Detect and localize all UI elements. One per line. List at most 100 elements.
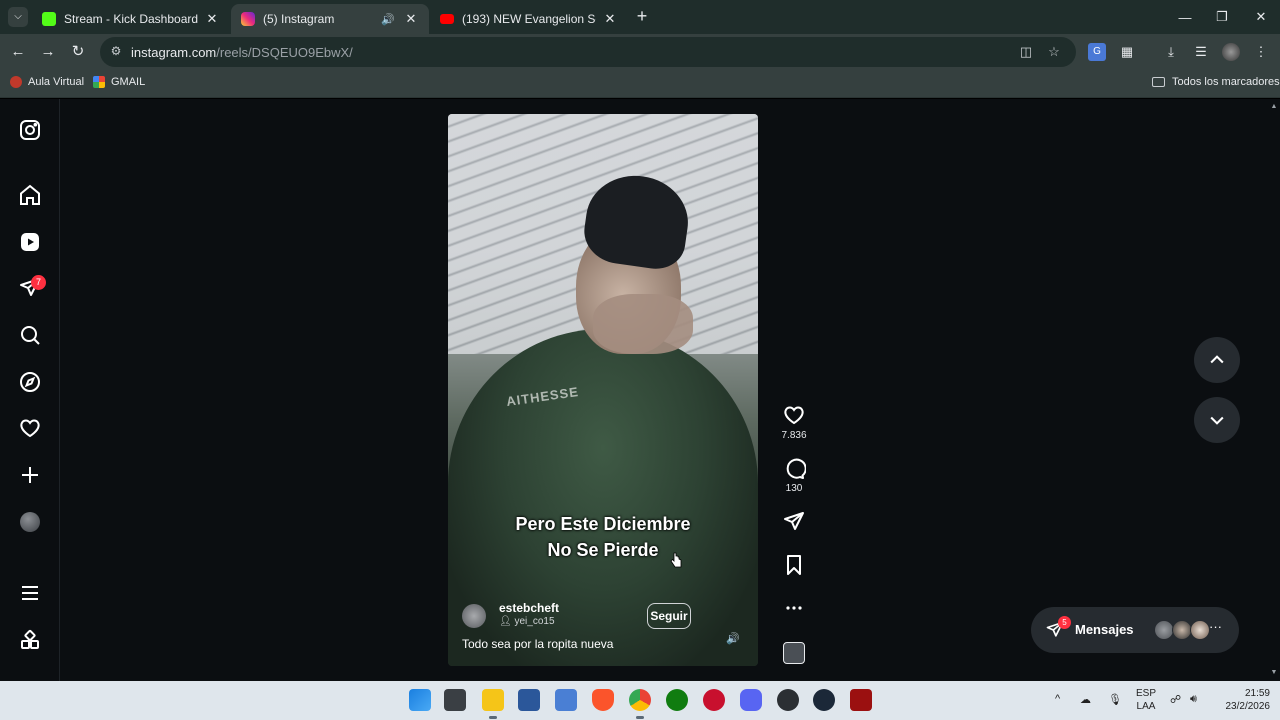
tab-title: (5) Instagram (263, 12, 335, 26)
close-tab-icon[interactable]: ✕ (204, 11, 220, 27)
microphone-icon[interactable]: 🎙︎ (1108, 693, 1122, 706)
next-reel-button[interactable] (1194, 397, 1240, 443)
close-tab-icon[interactable]: ✕ (602, 11, 618, 27)
likes-count: 7.836 (781, 430, 807, 441)
menu-hamburger-icon[interactable] (18, 581, 42, 605)
site-info-icon[interactable]: ⚙ (108, 44, 124, 60)
reels-icon[interactable] (18, 230, 42, 254)
follow-button[interactable]: Seguir (647, 603, 691, 629)
instagram-page: 7 AITHESSE Pero Este Diciembre No Se Pie… (0, 99, 1268, 681)
file-explorer-icon[interactable] (482, 689, 504, 719)
restore-button[interactable]: ❐ (1203, 0, 1241, 34)
original-audio-thumbnail[interactable] (783, 642, 805, 664)
media-controls-icon[interactable]: ☰ (1192, 43, 1210, 61)
download-icon[interactable]: ⤓ (1162, 43, 1180, 61)
onedrive-icon[interactable]: ☁ (1080, 693, 1091, 706)
messages-label: Mensajes (1075, 622, 1134, 637)
game-app-icon[interactable] (850, 689, 872, 711)
bookmark-label: Todos los marcadores (1172, 76, 1280, 88)
new-tab-button[interactable]: + (632, 6, 652, 26)
menu-icon[interactable]: ⋮ (1252, 43, 1270, 61)
reel-caption[interactable]: Todo sea por la ropita nueva (462, 637, 613, 651)
reel-video[interactable]: AITHESSE Pero Este Diciembre No Se Pierd… (448, 114, 758, 666)
all-bookmarks-folder[interactable]: Todos los marcadores (1152, 76, 1280, 88)
bookmark-aula-virtual[interactable]: Aula Virtual (10, 76, 84, 88)
tab-kick-dashboard[interactable]: Stream - Kick Dashboard ✕ (32, 4, 230, 34)
collaborator[interactable]: 👤︎ yei_co15 (499, 616, 555, 627)
bookmark-star-icon[interactable]: ☆ (1046, 44, 1062, 60)
bookmarks-bar: Aula Virtual GMAIL Todos los marcadores (0, 70, 1280, 98)
speaker-icon[interactable]: 🔊 (379, 13, 397, 26)
install-app-icon[interactable]: ◫ (1018, 44, 1034, 60)
author-avatar[interactable] (462, 604, 486, 628)
page-scrollbar[interactable]: ▲ ▼ (1268, 99, 1280, 681)
brave-browser-icon[interactable] (592, 689, 614, 711)
conversation-avatar (1154, 620, 1174, 640)
xbox-icon[interactable] (666, 689, 688, 711)
url-text[interactable]: instagram.com/reels/DSQEUO9EbwX/ (131, 45, 353, 60)
close-tab-icon[interactable]: ✕ (403, 11, 419, 27)
more-options-icon[interactable] (782, 596, 806, 620)
conversation-avatar (1190, 620, 1210, 640)
network-icon[interactable]: ☍ (1170, 693, 1181, 706)
scroll-down-icon[interactable]: ▼ (1270, 669, 1278, 676)
translate-extension-icon[interactable]: G (1088, 43, 1106, 61)
word-icon[interactable] (518, 689, 540, 711)
home-icon[interactable] (18, 183, 42, 207)
show-hidden-icons[interactable]: ^ (1055, 693, 1060, 705)
volume-icon[interactable]: 🔊 (726, 632, 740, 646)
also-from-meta-icon[interactable] (18, 628, 42, 652)
create-plus-icon[interactable] (18, 463, 42, 487)
search-icon[interactable] (18, 323, 42, 347)
clock[interactable]: 21:59 23/2/2026 (1210, 687, 1271, 713)
instagram-logo-icon[interactable] (18, 118, 42, 142)
discord-icon[interactable] (740, 689, 762, 711)
save-bookmark-icon[interactable] (782, 553, 806, 577)
profile-avatar[interactable] (1222, 43, 1240, 61)
instagram-sidebar: 7 (0, 99, 60, 681)
comment-icon[interactable] (782, 457, 807, 481)
steam-icon[interactable] (813, 689, 835, 711)
back-button[interactable]: ← (8, 42, 28, 62)
collaborator-name: yei_co15 (514, 616, 555, 627)
share-icon[interactable] (782, 510, 806, 534)
messages-button[interactable]: 5 Mensajes ··· (1031, 607, 1239, 653)
profile-avatar[interactable] (20, 512, 40, 532)
task-view-icon[interactable] (444, 689, 466, 711)
author-username[interactable]: estebcheft (499, 601, 559, 615)
minimize-button[interactable]: — (1166, 0, 1204, 34)
windows-start-icon[interactable] (409, 689, 431, 711)
extensions-icon[interactable]: ▦ (1118, 43, 1136, 61)
overlay-line-1: Pero Este Diciembre (515, 514, 691, 534)
language-code: ESP (1135, 688, 1156, 699)
input-language[interactable]: ESP LAA (1128, 687, 1164, 713)
address-bar[interactable]: ⚙ instagram.com/reels/DSQEUO9EbwX/ ◫ ☆ (100, 37, 1076, 67)
app-icon[interactable] (777, 689, 799, 711)
instagram-favicon-icon (241, 12, 255, 26)
heart-icon[interactable] (18, 416, 42, 440)
tab-youtube[interactable]: (193) NEW Evangelion Series Ar ✕ (430, 4, 628, 34)
vpn-app-icon[interactable] (555, 689, 577, 711)
hand-cursor-icon (670, 552, 682, 568)
previous-reel-button[interactable] (1194, 337, 1240, 383)
volume-icon[interactable]: 🔊︎ (1190, 693, 1197, 706)
bookmark-gmail[interactable]: GMAIL (93, 76, 145, 88)
reel-person-hoodie (448, 329, 758, 666)
url-host: instagram.com (131, 45, 217, 60)
overlay-line-2: No Se Pierde (547, 540, 659, 560)
gaming-app-icon[interactable] (703, 689, 725, 711)
conversation-avatar (1172, 620, 1192, 640)
reel-person-hand (593, 294, 693, 354)
scroll-up-icon[interactable]: ▲ (1270, 103, 1278, 110)
chrome-icon[interactable] (629, 689, 651, 719)
tab-search-button[interactable]: ⌵ (8, 7, 28, 27)
messages-badge: 5 (1058, 616, 1071, 629)
keyboard-layout: LAA (1136, 701, 1156, 712)
like-heart-icon[interactable] (782, 403, 806, 427)
reload-button[interactable]: ↻ (68, 42, 88, 62)
close-window-button[interactable]: ✕ (1242, 0, 1280, 34)
tab-instagram[interactable]: (5) Instagram 🔊 ✕ (231, 4, 429, 34)
windows-taskbar: ^ ☁ 🎙︎ ESP LAA ☍ 🔊︎ 21:59 23/2/2026 (0, 681, 1280, 720)
explore-compass-icon[interactable] (18, 370, 42, 394)
forward-button[interactable]: → (38, 42, 58, 62)
